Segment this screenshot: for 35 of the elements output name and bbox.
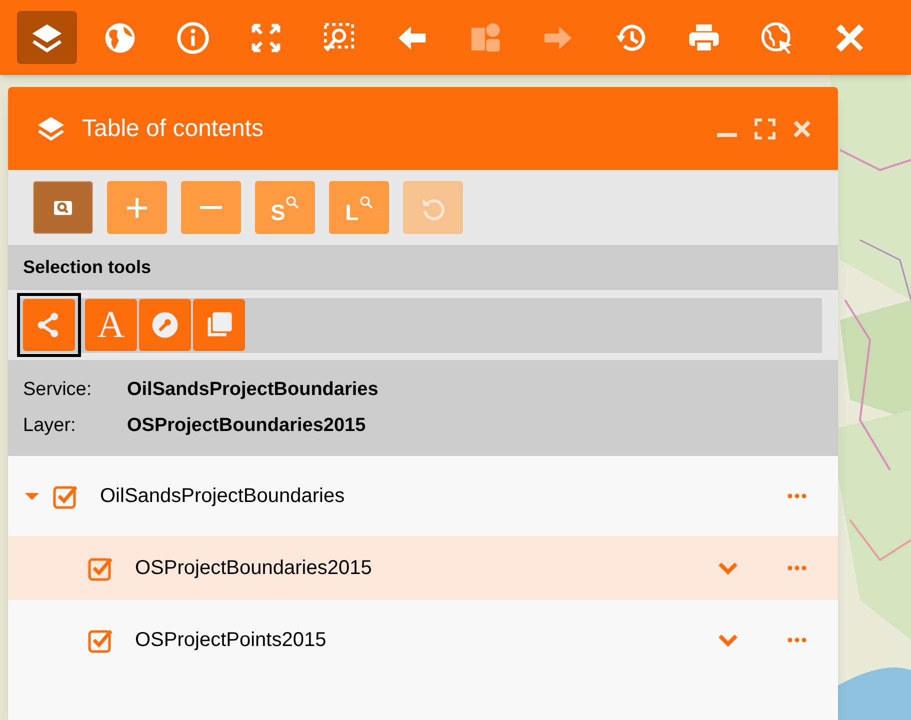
globe-cursor-icon — [760, 20, 794, 54]
close-button[interactable] — [792, 118, 812, 138]
magnifier-icon — [358, 194, 373, 208]
panel-title: Table of contents — [82, 114, 264, 144]
checkbox[interactable] — [88, 555, 114, 581]
more-options-icon[interactable] — [787, 565, 807, 571]
tool-button[interactable] — [107, 181, 167, 234]
toolbar-button[interactable] — [17, 11, 77, 64]
more-options-icon[interactable] — [787, 637, 807, 643]
checkbox[interactable] — [53, 483, 79, 509]
maximize-button[interactable] — [754, 118, 776, 140]
magnifier-icon — [285, 194, 300, 208]
info-label: Layer: — [23, 414, 77, 438]
chevron-down-icon[interactable] — [718, 562, 738, 574]
info-value: OSProjectBoundaries2015 — [127, 414, 366, 438]
info-value: OilSandsProjectBoundaries — [127, 378, 378, 402]
tool-button[interactable] — [181, 181, 241, 234]
info-label: Service: — [23, 378, 93, 402]
checkbox[interactable] — [88, 627, 114, 653]
tree-row[interactable]: OSProjectBoundaries2015 — [8, 536, 838, 600]
tool-button[interactable] — [33, 181, 93, 234]
globe-icon — [103, 20, 137, 54]
minus-icon — [200, 206, 222, 209]
info-icon — [176, 20, 210, 54]
tree-row[interactable]: OilSandsProjectBoundaries — [8, 456, 838, 536]
selection-tool-button[interactable] — [17, 293, 81, 357]
layer-name: OSProjectBoundaries2015 — [135, 556, 372, 581]
layer-name: OilSandsProjectBoundaries — [100, 484, 345, 509]
layer-name: OSProjectPoints2015 — [135, 628, 326, 653]
more-options-icon[interactable] — [787, 493, 807, 499]
tree-row[interactable]: OSProjectPoints2015 — [8, 600, 838, 680]
section-title: Selection tools — [23, 256, 152, 279]
zoom-select-icon — [322, 20, 356, 54]
chevron-down-icon[interactable] — [718, 634, 738, 646]
wrench-icon — [149, 309, 181, 341]
